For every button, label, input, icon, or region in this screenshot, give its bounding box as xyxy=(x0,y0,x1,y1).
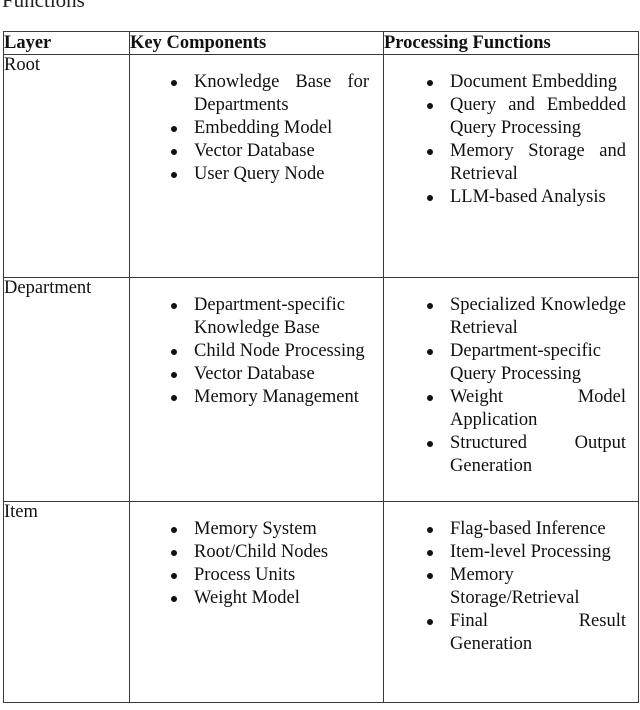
key-components-cell: Knowledge Base for Departments Embedding… xyxy=(129,54,384,278)
list-item-text: LLM-based Analysis xyxy=(450,187,606,207)
list-item-text: Structured Output Generation xyxy=(450,433,626,476)
list-item: Department-specific Knowledge Base xyxy=(170,294,369,340)
list-item-text: Process Units xyxy=(194,565,296,585)
bullet-icon xyxy=(427,619,433,625)
list-item: Process Units xyxy=(170,564,369,587)
list-item: Memory Storage and Retrieval xyxy=(426,140,626,186)
key-components-list: Memory System Root/Child Nodes Process U… xyxy=(130,502,383,610)
bullet-icon xyxy=(171,596,177,602)
bullet-icon xyxy=(171,126,177,132)
bullet-icon xyxy=(427,573,433,579)
list-item-text: Vector Database xyxy=(194,364,315,384)
layer-name: Root xyxy=(3,54,130,278)
list-item: Department-specific Query Processing xyxy=(426,340,626,386)
bullet-icon xyxy=(427,550,433,556)
processing-functions-cell: Document Embedding Query and Embedded Qu… xyxy=(383,54,639,278)
list-item-text: Weight Model xyxy=(194,588,300,608)
bullet-icon xyxy=(171,80,177,86)
bullet-icon xyxy=(427,527,433,533)
list-item-text: User Query Node xyxy=(194,164,325,184)
list-item-text: Final Result Generation xyxy=(450,611,626,654)
list-item-text: Specialized Knowledge Retrieval xyxy=(450,295,626,338)
list-item: LLM-based Analysis xyxy=(426,186,626,209)
list-item-text: Query and Embedded Query Processing xyxy=(450,95,626,138)
list-item-text: Vector Database xyxy=(194,141,315,161)
bullet-icon xyxy=(171,395,177,401)
bullet-icon xyxy=(427,195,433,201)
list-item: Memory System xyxy=(170,518,369,541)
table-row-item: Item Memory System Root/Child Nodes Proc… xyxy=(3,501,639,703)
list-item: Flag-based Inference xyxy=(426,518,626,541)
list-item-text: Child Node Processing xyxy=(194,341,365,361)
bullet-icon xyxy=(171,550,177,556)
list-item: Memory Management xyxy=(170,386,369,409)
list-item: Vector Database xyxy=(170,140,369,163)
list-item: Memory Storage/Retrieval xyxy=(426,564,626,610)
list-item: Weight Model xyxy=(170,587,369,610)
list-item-text: Document Embedding xyxy=(450,72,617,92)
layers-table: Layer Key Components Processing Function… xyxy=(3,31,639,703)
list-item: Child Node Processing xyxy=(170,340,369,363)
processing-functions-list: Document Embedding Query and Embedded Qu… xyxy=(384,55,638,209)
header-processing-functions: Processing Functions xyxy=(383,31,639,55)
header-key-components: Key Components xyxy=(129,31,384,55)
bullet-icon xyxy=(427,303,433,309)
processing-functions-list: Specialized Knowledge Retrieval Departme… xyxy=(384,278,638,478)
key-components-cell: Memory System Root/Child Nodes Process U… xyxy=(129,501,384,703)
list-item: Weight Model Application xyxy=(426,386,626,432)
header-layer: Layer xyxy=(3,31,130,55)
list-item-text: Memory System xyxy=(194,519,317,539)
list-item: Root/Child Nodes xyxy=(170,541,369,564)
list-item: Knowledge Base for Departments xyxy=(170,71,369,117)
table-header-row: Layer Key Components Processing Function… xyxy=(3,31,639,55)
bullet-icon xyxy=(427,80,433,86)
layer-name: Department xyxy=(3,277,130,502)
list-item: Structured Output Generation xyxy=(426,432,626,478)
list-item-text: Root/Child Nodes xyxy=(194,542,329,562)
list-item-text: Item-level Processing xyxy=(450,542,611,562)
list-item-text: Memory Storage and Retrieval xyxy=(450,141,626,184)
layer-name: Item xyxy=(3,501,130,703)
list-item-text: Department-specific Knowledge Base xyxy=(194,295,346,338)
list-item: Specialized Knowledge Retrieval xyxy=(426,294,626,340)
list-item: Embedding Model xyxy=(170,117,369,140)
bullet-icon xyxy=(171,372,177,378)
list-item: Item-level Processing xyxy=(426,541,626,564)
bullet-icon xyxy=(171,149,177,155)
list-item-text: Memory Storage/Retrieval xyxy=(450,565,580,608)
bullet-icon xyxy=(427,103,433,109)
table-row-department: Department Department-specific Knowledge… xyxy=(3,277,639,502)
list-item: Document Embedding xyxy=(426,71,626,94)
list-item-text: Department-specific Query Processing xyxy=(450,341,602,384)
list-item-text: Embedding Model xyxy=(194,118,333,138)
bullet-icon xyxy=(171,573,177,579)
list-item: User Query Node xyxy=(170,163,369,186)
bullet-icon xyxy=(171,303,177,309)
processing-functions-cell: Specialized Knowledge Retrieval Departme… xyxy=(383,277,639,502)
bullet-icon xyxy=(427,395,433,401)
list-item: Vector Database xyxy=(170,363,369,386)
list-item-text: Memory Management xyxy=(194,387,359,407)
bullet-icon xyxy=(171,172,177,178)
processing-functions-list: Flag-based Inference Item-level Processi… xyxy=(384,502,638,656)
processing-functions-cell: Flag-based Inference Item-level Processi… xyxy=(383,501,639,703)
table-caption: Functions xyxy=(2,0,85,12)
bullet-icon xyxy=(171,349,177,355)
key-components-cell: Department-specific Knowledge Base Child… xyxy=(129,277,384,502)
table-row-root: Root Knowledge Base for Departments Embe… xyxy=(3,54,639,278)
list-item-text: Weight Model Application xyxy=(450,387,626,430)
list-item: Query and Embedded Query Processing xyxy=(426,94,626,140)
bullet-icon xyxy=(427,149,433,155)
key-components-list: Knowledge Base for Departments Embedding… xyxy=(130,55,383,186)
list-item-text: Flag-based Inference xyxy=(450,519,606,539)
key-components-list: Department-specific Knowledge Base Child… xyxy=(130,278,383,409)
list-item: Final Result Generation xyxy=(426,610,626,656)
list-item-text: Knowledge Base for Departments xyxy=(194,72,369,115)
bullet-icon xyxy=(427,441,433,447)
bullet-icon xyxy=(171,527,177,533)
bullet-icon xyxy=(427,349,433,355)
